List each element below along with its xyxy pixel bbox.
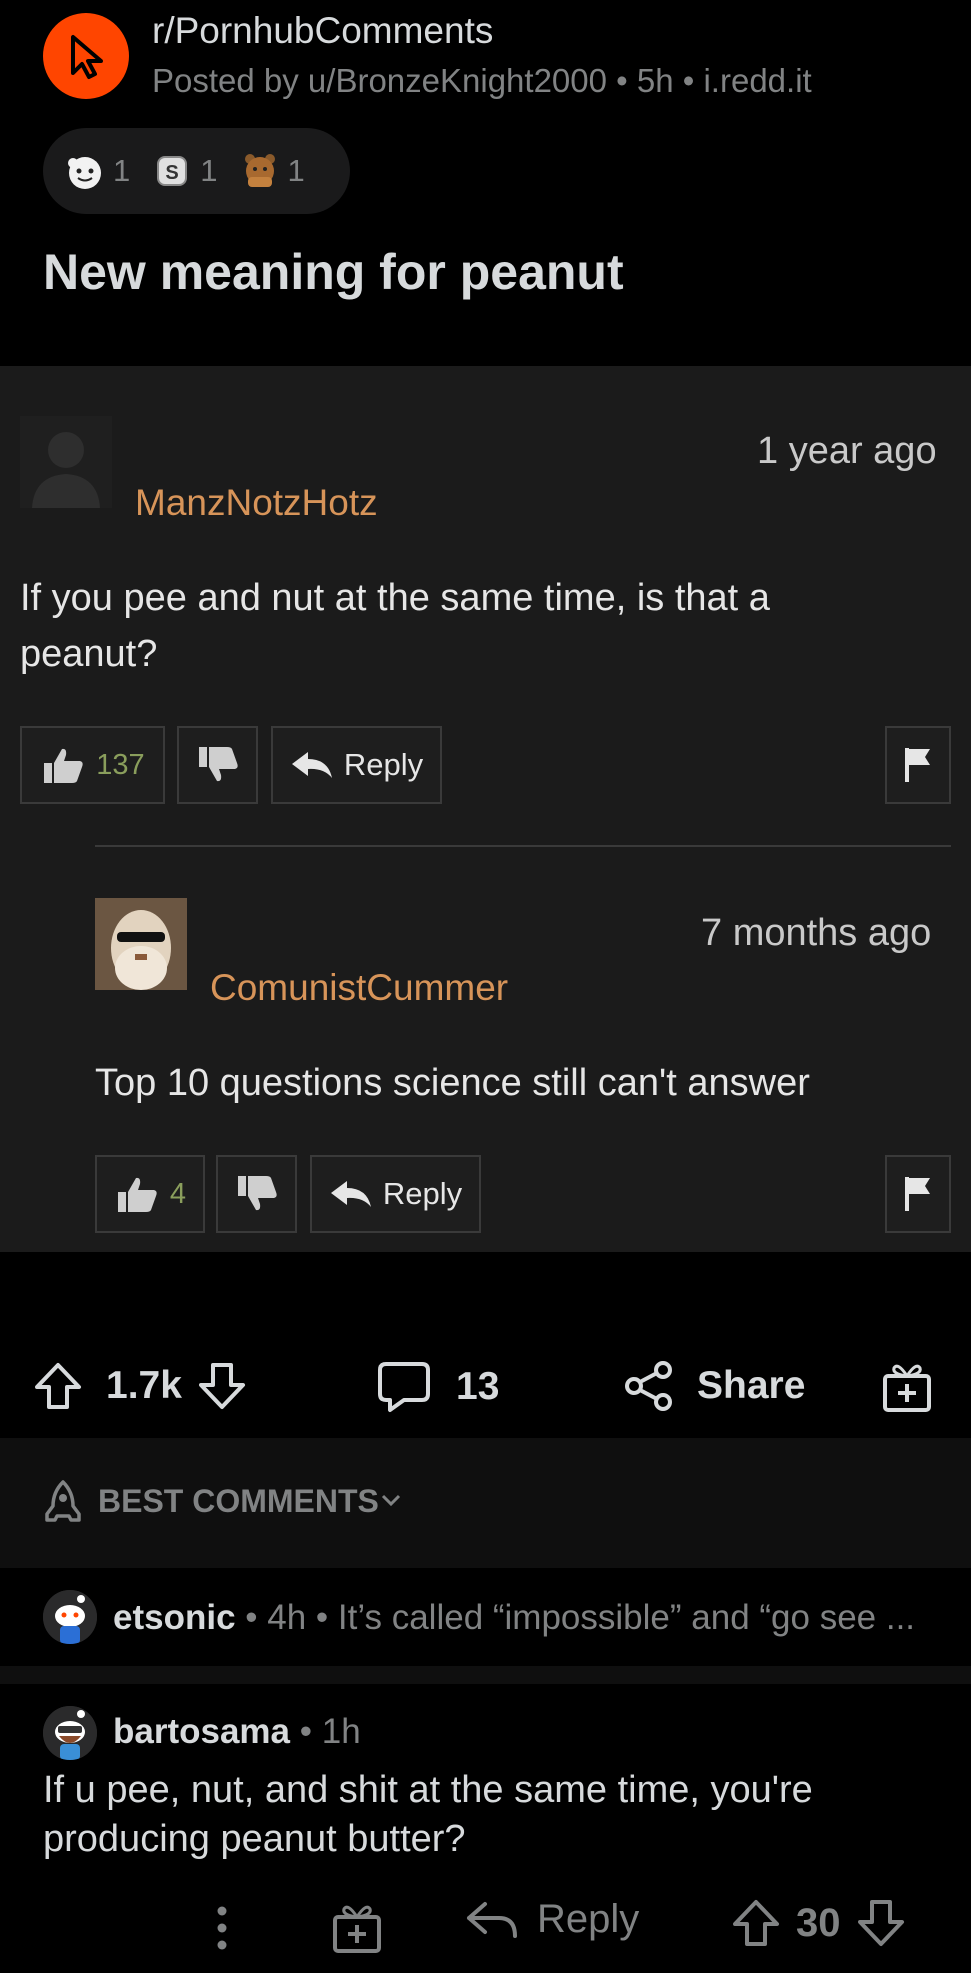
award-item: S 1 <box>150 149 218 193</box>
comment-preview: It’s called “impossible” and “go see ... <box>337 1598 916 1637</box>
comments-button[interactable]: 13 <box>376 1360 499 1414</box>
thumbs-down-icon <box>237 1176 277 1211</box>
comment-bubble-icon <box>378 1362 430 1412</box>
upvote-icon[interactable] <box>32 1360 84 1412</box>
comment-username: ComunistCummer <box>210 967 509 1008</box>
comment-text: If you pee and nut at the same time, is … <box>20 577 770 675</box>
like-button: 4 <box>95 1155 205 1233</box>
flag-button <box>885 726 951 804</box>
wholesome-award-icon <box>68 157 101 189</box>
reply-label: Reply <box>537 1897 640 1941</box>
award-item: 1 <box>238 149 305 193</box>
sort-label: BEST COMMENTS <box>98 1483 379 1519</box>
flag-button <box>885 1155 951 1233</box>
reply-label: Reply <box>343 747 424 782</box>
svg-text:S: S <box>166 162 179 184</box>
thumbs-up-icon <box>117 1177 157 1212</box>
reply-button[interactable]: Reply <box>465 1897 639 1942</box>
reply-button: Reply <box>271 726 442 804</box>
comment-score: 30 <box>796 1900 841 1945</box>
awards-pill[interactable]: 1 S 1 1 <box>43 128 350 214</box>
comment-text: Top 10 questions science still can't ans… <box>95 1062 810 1104</box>
upvote-icon[interactable] <box>730 1897 782 1949</box>
avatar[interactable] <box>43 1706 97 1760</box>
avatar <box>95 898 187 990</box>
dislike-button <box>177 726 258 804</box>
default-user-icon <box>20 416 112 508</box>
silver-award-icon: S <box>157 156 188 186</box>
downvote-icon[interactable] <box>196 1360 248 1412</box>
comment-collapsed[interactable]: etsonic • 4h • It’s called “impossible” … <box>0 1570 971 1666</box>
comment-actions: Reply 30 <box>0 1889 971 1969</box>
avatar <box>20 416 112 508</box>
comment-age: 4h <box>267 1598 307 1637</box>
comment-divider <box>0 1666 971 1684</box>
award-count: 1 <box>200 153 218 188</box>
rocket-icon <box>45 1480 81 1522</box>
share-label: Share <box>697 1364 806 1407</box>
like-count: 137 <box>96 748 145 781</box>
award-item: 1 <box>63 149 130 193</box>
gift-icon[interactable] <box>330 1901 384 1955</box>
share-button[interactable]: Share <box>623 1360 805 1412</box>
flag-icon <box>905 1177 930 1211</box>
post-header: r/PornhubComments Posted by u/BronzeKnig… <box>0 0 971 365</box>
reply-button: Reply <box>310 1155 481 1233</box>
comment-text: If u pee, nut, and shit at the same time… <box>43 1769 813 1860</box>
comment-age: 1h <box>321 1712 361 1751</box>
comment-sort-bar[interactable]: BEST COMMENTS <box>0 1438 971 1568</box>
separator: • <box>306 1598 338 1637</box>
post-image[interactable]: 1 year ago ManzNotzHotz If you pee and n… <box>0 366 971 1252</box>
snoo-avatar-icon <box>43 1590 97 1644</box>
comment-username[interactable]: bartosama <box>113 1712 290 1751</box>
comment: bartosama • 1h If u pee, nut, and shit a… <box>0 1684 971 1973</box>
gift-icon <box>883 1364 931 1412</box>
thumbs-down-icon <box>198 747 238 782</box>
comment-header: bartosama • 1h <box>113 1712 361 1752</box>
bear-award-icon <box>244 154 275 187</box>
like-button: 137 <box>20 726 165 804</box>
subreddit-icon[interactable] <box>43 13 129 99</box>
comment-count: 13 <box>456 1365 500 1408</box>
reply-label: Reply <box>382 1176 463 1211</box>
downvote-icon[interactable] <box>855 1897 907 1949</box>
post-score: 1.7k <box>106 1364 182 1407</box>
separator: • <box>290 1712 322 1751</box>
dislike-button <box>216 1155 297 1233</box>
subreddit-name[interactable]: r/PornhubComments <box>152 10 493 52</box>
award-button[interactable] <box>880 1360 934 1414</box>
award-count: 1 <box>113 153 131 188</box>
reply-arrow-icon <box>330 1181 371 1207</box>
snoo-avatar-icon <box>43 1706 97 1760</box>
comment-time: 7 months ago <box>701 912 932 954</box>
reply-arrow-icon <box>291 752 332 778</box>
chevron-down-icon <box>381 1494 401 1507</box>
post-title: New meaning for peanut <box>43 244 624 300</box>
like-count: 4 <box>169 1177 187 1210</box>
flag-icon <box>905 748 930 782</box>
award-count: 1 <box>287 153 305 188</box>
vote-group: 30 <box>730 1897 907 1949</box>
comment-header: etsonic • 4h • It’s called “impossible” … <box>113 1598 915 1638</box>
cursor-icon <box>71 35 103 79</box>
separator: • <box>235 1598 268 1637</box>
reply-arrow-icon <box>467 1901 517 1938</box>
comment-time: 1 year ago <box>757 430 937 472</box>
reply-divider <box>95 845 951 847</box>
avatar[interactable] <box>43 1590 97 1644</box>
comment-username[interactable]: etsonic <box>113 1598 236 1637</box>
post-meta: Posted by u/BronzeKnight2000 • 5h • i.re… <box>152 62 812 99</box>
user-photo-icon <box>95 898 187 990</box>
thumbs-up-icon <box>44 748 83 783</box>
share-icon <box>625 1361 672 1411</box>
more-options-icon[interactable] <box>208 1903 236 1953</box>
vote-group: 1.7k <box>32 1360 248 1412</box>
post-action-bar: 1.7k 13 Share <box>0 1252 971 1438</box>
comment-username: ManzNotzHotz <box>135 482 378 523</box>
